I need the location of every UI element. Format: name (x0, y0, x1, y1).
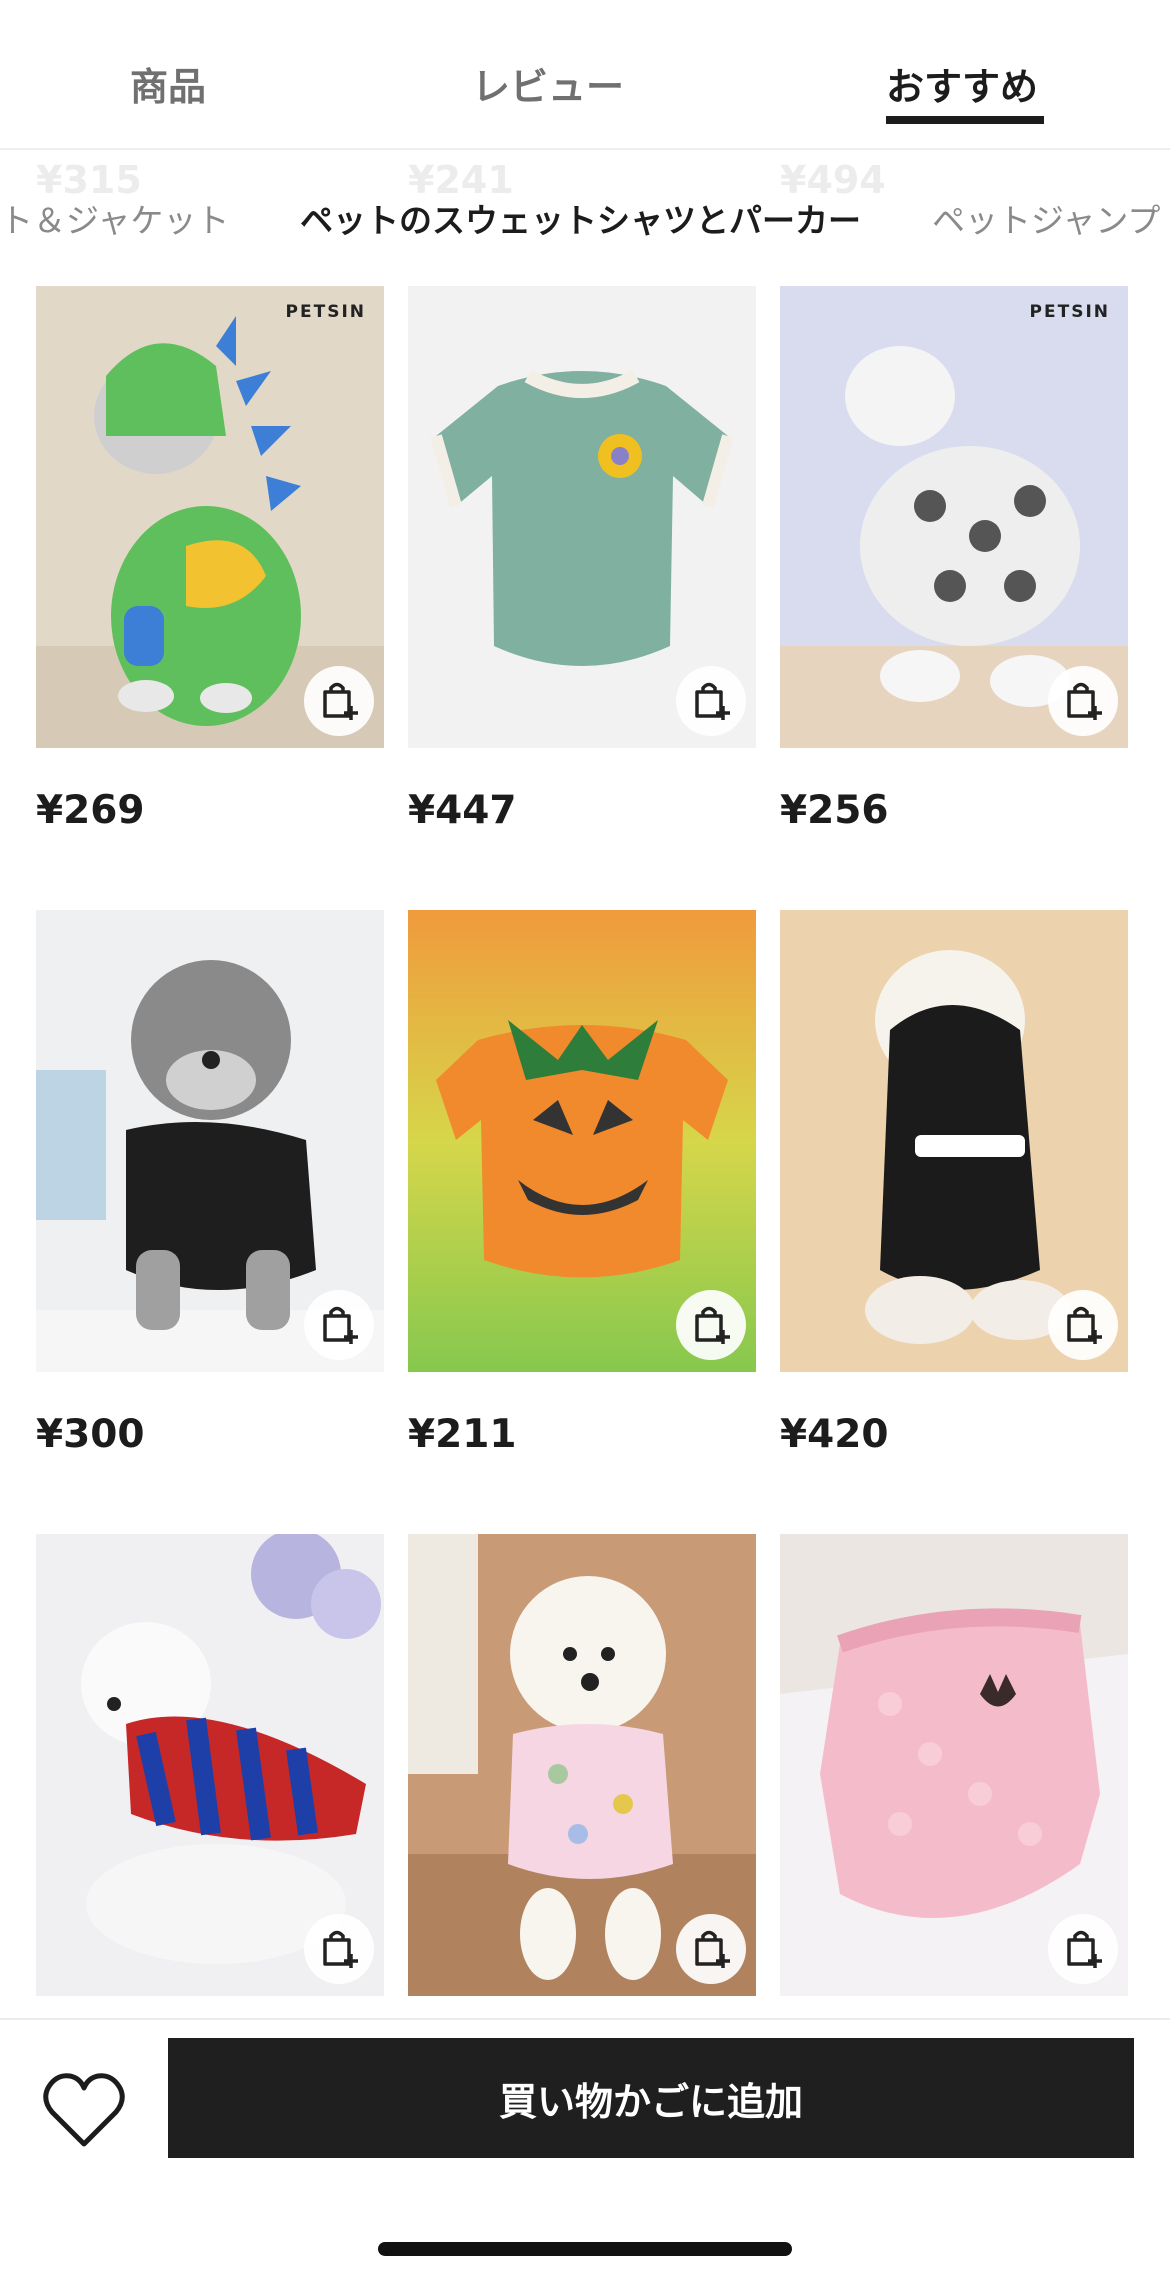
product-price: ¥211 (408, 1412, 517, 1457)
add-to-cart-button[interactable]: 買い物かごに追加 (168, 2038, 1134, 2158)
product-image[interactable] (408, 286, 756, 748)
product-image[interactable] (780, 1534, 1128, 1996)
active-tab-indicator (886, 116, 1044, 124)
product-image[interactable] (408, 1534, 756, 1996)
brand-label: PETSIN (1029, 302, 1110, 322)
shopping-bag-plus-icon (323, 1930, 358, 1968)
product-price: ¥256 (780, 788, 889, 833)
add-to-bag-button[interactable] (304, 1290, 374, 1360)
shopping-bag-plus-icon (1067, 682, 1102, 720)
bottom-action-bar: 買い物かごに追加 (0, 2018, 1170, 2276)
shopping-bag-plus-icon (695, 1930, 730, 1968)
shopping-bag-plus-icon (695, 682, 730, 720)
product-image[interactable]: PETSIN (780, 286, 1128, 748)
add-to-bag-button[interactable] (1048, 1290, 1118, 1360)
category-jackets[interactable]: ト＆ジャケット (0, 194, 229, 242)
category-strip: ト＆ジャケット ペットのスウェットシャツとパーカー ペットジャンプ (0, 188, 1170, 244)
product-price: ¥420 (780, 1412, 889, 1457)
product-image[interactable] (36, 910, 384, 1372)
add-to-bag-button[interactable] (304, 666, 374, 736)
add-to-bag-button[interactable] (676, 1290, 746, 1360)
home-indicator[interactable] (378, 2242, 792, 2256)
shopping-bag-plus-icon (1067, 1306, 1102, 1344)
brand-label: PETSIN (285, 302, 366, 322)
product-image[interactable] (780, 910, 1128, 1372)
add-to-bag-button[interactable] (676, 1914, 746, 1984)
tab-reviews[interactable]: レビュー (472, 56, 624, 111)
shopping-bag-plus-icon (695, 1306, 730, 1344)
add-to-bag-button[interactable] (1048, 666, 1118, 736)
product-image[interactable]: PETSIN (36, 286, 384, 748)
favorite-button[interactable] (40, 2068, 128, 2152)
category-sweatshirts-hoodies[interactable]: ペットのスウェットシャツとパーカー (300, 194, 861, 242)
product-price: ¥300 (36, 1412, 145, 1457)
shopping-bag-plus-icon (323, 1306, 358, 1344)
heart-icon (43, 2073, 125, 2147)
tab-recommended[interactable]: おすすめ (886, 56, 1038, 111)
top-tab-bar: 商品 レビュー おすすめ (0, 0, 1170, 150)
add-to-bag-button[interactable] (676, 666, 746, 736)
category-jumpsuits[interactable]: ペットジャンプ (932, 194, 1160, 242)
shopping-bag-plus-icon (1067, 1930, 1102, 1968)
product-price: ¥447 (408, 788, 517, 833)
shopping-bag-plus-icon (323, 682, 358, 720)
product-image[interactable] (408, 910, 756, 1372)
add-to-bag-button[interactable] (304, 1914, 374, 1984)
tab-products[interactable]: 商品 (130, 56, 206, 111)
product-price: ¥269 (36, 788, 145, 833)
add-to-bag-button[interactable] (1048, 1914, 1118, 1984)
product-image[interactable] (36, 1534, 384, 1996)
